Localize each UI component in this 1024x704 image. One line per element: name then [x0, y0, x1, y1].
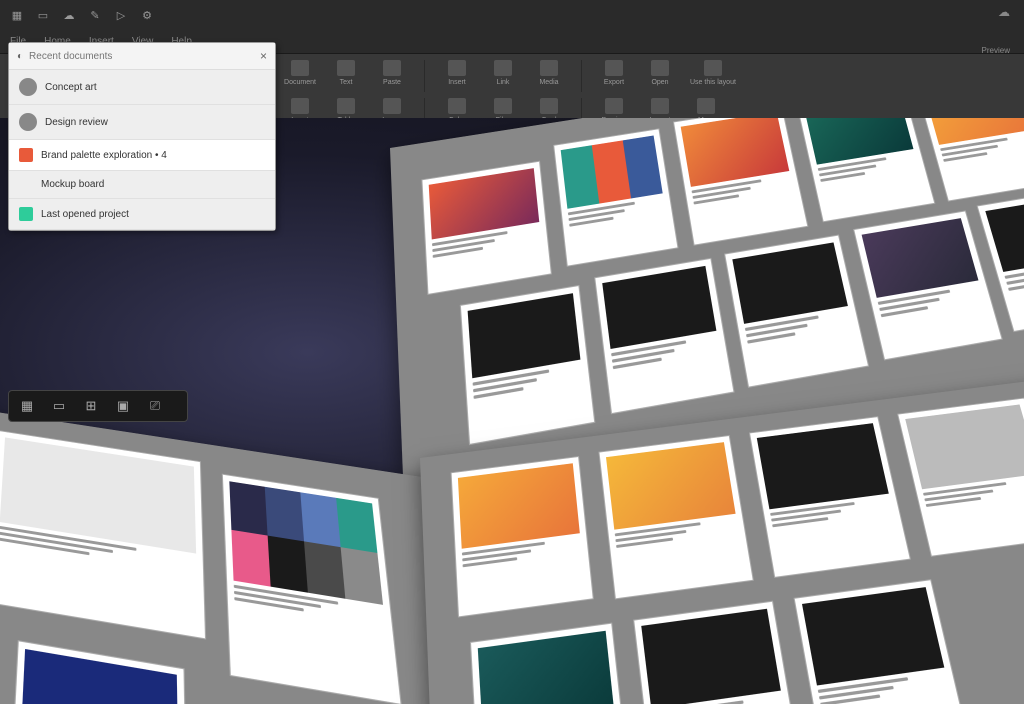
- asset-card[interactable]: [421, 161, 552, 295]
- doc-icon[interactable]: ▭: [51, 398, 67, 414]
- panel-item[interactable]: Brand palette exploration • 4: [9, 140, 275, 171]
- asset-card[interactable]: [853, 210, 1003, 360]
- ribbon-media-icon[interactable]: Media: [533, 60, 565, 86]
- search-input[interactable]: [29, 51, 254, 62]
- asset-card[interactable]: [633, 601, 802, 704]
- ribbon-paste-icon[interactable]: Paste: [376, 60, 408, 86]
- panel-item[interactable]: Concept art: [9, 70, 275, 105]
- asset-card[interactable]: [0, 430, 206, 639]
- asset-card[interactable]: [451, 456, 594, 617]
- asset-card[interactable]: [470, 623, 631, 704]
- sync-icon[interactable]: ☁: [998, 5, 1010, 19]
- save-icon[interactable]: ▣: [115, 398, 131, 414]
- panel-item[interactable]: Mockup board: [9, 171, 275, 199]
- asset-card[interactable]: [749, 416, 911, 578]
- screen-icon[interactable]: ⎚: [147, 398, 163, 414]
- asset-card[interactable]: [460, 285, 596, 445]
- play-icon[interactable]: ▷: [114, 8, 128, 22]
- asset-card[interactable]: [594, 258, 734, 414]
- ribbon-row-1: Document Text Paste Insert Link Media Export Op…: [284, 60, 1014, 92]
- right-label: Preview: [982, 46, 1010, 55]
- ribbon-open-icon[interactable]: Open: [644, 60, 676, 86]
- window-icon[interactable]: ⊞: [83, 398, 99, 414]
- recent-panel: ◐ × Concept artDesign reviewBrand palett…: [8, 42, 276, 231]
- asset-card[interactable]: [897, 398, 1024, 557]
- ribbon-export-icon[interactable]: Export: [598, 60, 630, 86]
- ribbon-text-icon[interactable]: Text: [330, 60, 362, 86]
- gear-icon[interactable]: ⚙: [140, 8, 154, 22]
- floating-toolbar: ▦ ▭ ⊞ ▣ ⎚: [8, 390, 188, 422]
- asset-card[interactable]: [553, 128, 678, 266]
- ribbon-link-icon[interactable]: Link: [487, 60, 519, 86]
- apps-icon[interactable]: ▦: [19, 398, 35, 414]
- ribbon-doc-icon[interactable]: Document: [284, 60, 316, 86]
- asset-card[interactable]: [796, 118, 936, 222]
- panel-item[interactable]: Design review: [9, 105, 275, 140]
- panel-item[interactable]: Last opened project: [9, 199, 275, 230]
- ribbon-layout-icon[interactable]: Use this layout: [690, 60, 736, 86]
- close-icon[interactable]: ×: [260, 49, 267, 63]
- asset-card[interactable]: [222, 474, 402, 704]
- ribbon-insert-icon[interactable]: Insert: [441, 60, 473, 86]
- cloud-icon[interactable]: ☁: [62, 8, 76, 22]
- asset-card[interactable]: [598, 435, 753, 599]
- search-icon: ◐: [17, 51, 23, 62]
- grid-icon[interactable]: ▦: [10, 8, 24, 22]
- doc-icon[interactable]: ▭: [36, 8, 50, 22]
- edit-icon[interactable]: ✎: [88, 8, 102, 22]
- asset-card[interactable]: [673, 118, 808, 246]
- asset-card[interactable]: [794, 579, 970, 704]
- title-bar: ▦ ▭ ☁ ✎ ▷ ⚙ ☁: [0, 0, 1024, 30]
- asset-card[interactable]: [724, 235, 869, 388]
- asset-card[interactable]: [11, 640, 188, 704]
- panel-search: ◐ ×: [9, 43, 275, 70]
